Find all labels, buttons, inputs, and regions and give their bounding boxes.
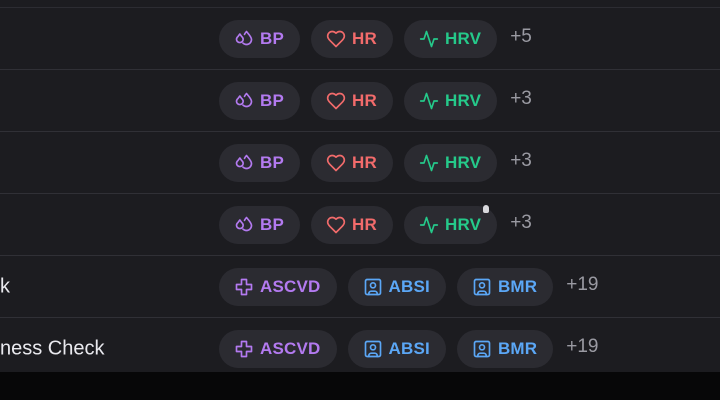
metric-tag-label: HRV xyxy=(445,153,482,172)
person-icon xyxy=(363,339,383,359)
table-row[interactable]: BP HR HRV +3 xyxy=(0,132,720,194)
metric-tag-label: BMR xyxy=(497,277,538,296)
metric-tag-label: BP xyxy=(260,153,285,172)
metric-tags: BP HR HRV +3 xyxy=(219,144,532,182)
metric-tag-label: HRV xyxy=(445,29,482,48)
metric-tag-absi[interactable]: ABSI xyxy=(347,330,446,368)
metric-tag-label: ABSI xyxy=(388,339,430,358)
metric-tag-hr[interactable]: HR xyxy=(311,82,393,120)
more-tags-count[interactable]: +3 xyxy=(510,88,532,110)
metric-tag-hrv[interactable]: HRV xyxy=(404,20,498,58)
heart-icon xyxy=(326,91,346,111)
metric-tag-hr[interactable]: HR xyxy=(311,20,393,58)
more-tags-count[interactable]: +19 xyxy=(566,336,598,358)
pulse-icon xyxy=(419,153,439,173)
metric-tags: ASCVD ABSI BMR +19 xyxy=(219,330,599,368)
metric-tag-label: BMR xyxy=(497,339,538,358)
plus-icon xyxy=(234,339,254,359)
metric-tag-label: HR xyxy=(352,91,377,110)
person-icon xyxy=(472,277,492,297)
metric-tag-bmr[interactable]: BMR xyxy=(456,268,554,306)
metric-tag-label: BP xyxy=(260,215,285,234)
metric-tags: ASCVD ABSI BMR +19 xyxy=(219,268,599,306)
metric-tag-bp[interactable]: BP xyxy=(219,82,301,120)
pulse-icon xyxy=(419,215,439,235)
heart-icon xyxy=(326,29,346,49)
metric-tag-bp[interactable]: BP xyxy=(219,20,301,58)
bottom-bar xyxy=(0,372,720,400)
metric-tag-bmr[interactable]: BMR xyxy=(456,330,554,368)
more-tags-count[interactable]: +5 xyxy=(510,26,532,48)
pulse-icon xyxy=(419,91,439,111)
plus-icon xyxy=(234,277,254,297)
metric-tag-hr[interactable]: HR xyxy=(311,206,393,244)
metric-tag-label: HR xyxy=(352,29,377,48)
table-row[interactable]: k ASCVD ABSI BMR +19 xyxy=(0,256,720,318)
heart-icon xyxy=(326,215,346,235)
metric-tag-ascvd[interactable]: ASCVD xyxy=(219,330,337,368)
metric-tag-label: HRV xyxy=(445,215,482,234)
row-title: ness Check xyxy=(0,337,105,360)
person-icon xyxy=(363,277,383,297)
table-row[interactable]: ness Check ASCVD ABSI BMR +19 xyxy=(0,318,720,380)
table-row[interactable]: BP HR HRV +3 xyxy=(0,70,720,132)
more-tags-count[interactable]: +3 xyxy=(510,212,532,234)
metric-tag-label: ASCVD xyxy=(260,277,321,296)
metrics-table: BP HR HRV +5 BP HR HRV +3 BP HR HRV +3 BP HR HRV +3 k ASC… xyxy=(0,0,720,380)
row-title: k xyxy=(0,275,10,298)
person-icon xyxy=(472,339,492,359)
metric-tag-bp[interactable]: BP xyxy=(219,144,301,182)
metric-tag-label: ASCVD xyxy=(260,339,321,358)
drops-icon xyxy=(234,215,254,235)
metric-tags: BP HR HRV +3 xyxy=(219,82,532,120)
pulse-icon xyxy=(419,29,439,49)
metric-tag-ascvd[interactable]: ASCVD xyxy=(219,268,337,306)
heart-icon xyxy=(326,153,346,173)
metric-tag-label: BP xyxy=(260,29,285,48)
metric-tag-absi[interactable]: ABSI xyxy=(347,268,446,306)
metric-tags: BP HR HRV +5 xyxy=(219,20,532,58)
metric-tag-label: ABSI xyxy=(388,277,430,296)
metric-tag-label: HRV xyxy=(445,91,482,110)
mouse-cursor xyxy=(483,205,489,213)
drops-icon xyxy=(234,153,254,173)
more-tags-count[interactable]: +3 xyxy=(510,150,532,172)
more-tags-count[interactable]: +19 xyxy=(566,274,598,296)
metric-tag-hr[interactable]: HR xyxy=(311,144,393,182)
metric-tag-label: BP xyxy=(260,91,285,110)
table-row[interactable]: BP HR HRV +5 xyxy=(0,8,720,70)
metric-tag-label: HR xyxy=(352,215,377,234)
drops-icon xyxy=(234,91,254,111)
metric-tag-label: HR xyxy=(352,153,377,172)
metric-tag-hrv[interactable]: HRV xyxy=(404,144,498,182)
drops-icon xyxy=(234,29,254,49)
table-row[interactable]: BP HR HRV +3 xyxy=(0,194,720,256)
metric-tag-bp[interactable]: BP xyxy=(219,206,301,244)
metric-tag-hrv[interactable]: HRV xyxy=(404,82,498,120)
